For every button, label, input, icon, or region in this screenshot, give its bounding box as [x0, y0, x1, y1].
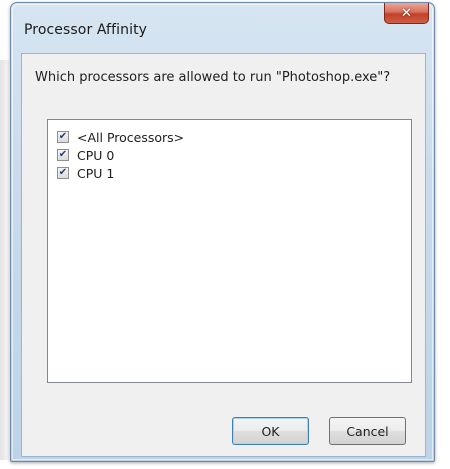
title-bar[interactable]: Processor Affinity ✕	[11, 3, 434, 53]
list-item-label: <All Processors>	[77, 129, 185, 145]
close-button[interactable]: ✕	[384, 3, 429, 24]
cancel-button[interactable]: Cancel	[329, 417, 406, 445]
checkbox-all-processors[interactable]: ✔	[57, 131, 69, 143]
close-icon: ✕	[401, 5, 412, 21]
list-item-all-processors[interactable]: ✔ <All Processors>	[57, 128, 184, 146]
processor-affinity-dialog: Processor Affinity ✕ Which processors ar…	[10, 2, 435, 462]
list-item-cpu-1[interactable]: ✔ CPU 1	[57, 164, 114, 182]
processor-list[interactable]: ✔ <All Processors> ✔ CPU 0 ✔ CPU 1	[47, 119, 412, 383]
ok-button[interactable]: OK	[232, 417, 309, 445]
checkmark-icon: ✔	[58, 131, 68, 142]
dialog-content: Which processors are allowed to run "Pho…	[21, 53, 426, 457]
prompt-text: Which processors are allowed to run "Pho…	[35, 70, 391, 85]
background-edge	[0, 60, 9, 460]
page: Processor Affinity ✕ Which processors ar…	[0, 0, 450, 469]
checkbox-cpu-0[interactable]: ✔	[57, 149, 69, 161]
list-item-cpu-0[interactable]: ✔ CPU 0	[57, 146, 114, 164]
list-item-label: CPU 1	[77, 165, 115, 181]
window-title: Processor Affinity	[24, 22, 148, 38]
list-item-label: CPU 0	[77, 147, 115, 163]
checkmark-icon: ✔	[58, 167, 68, 178]
checkmark-icon: ✔	[58, 149, 68, 160]
checkbox-cpu-1[interactable]: ✔	[57, 167, 69, 179]
